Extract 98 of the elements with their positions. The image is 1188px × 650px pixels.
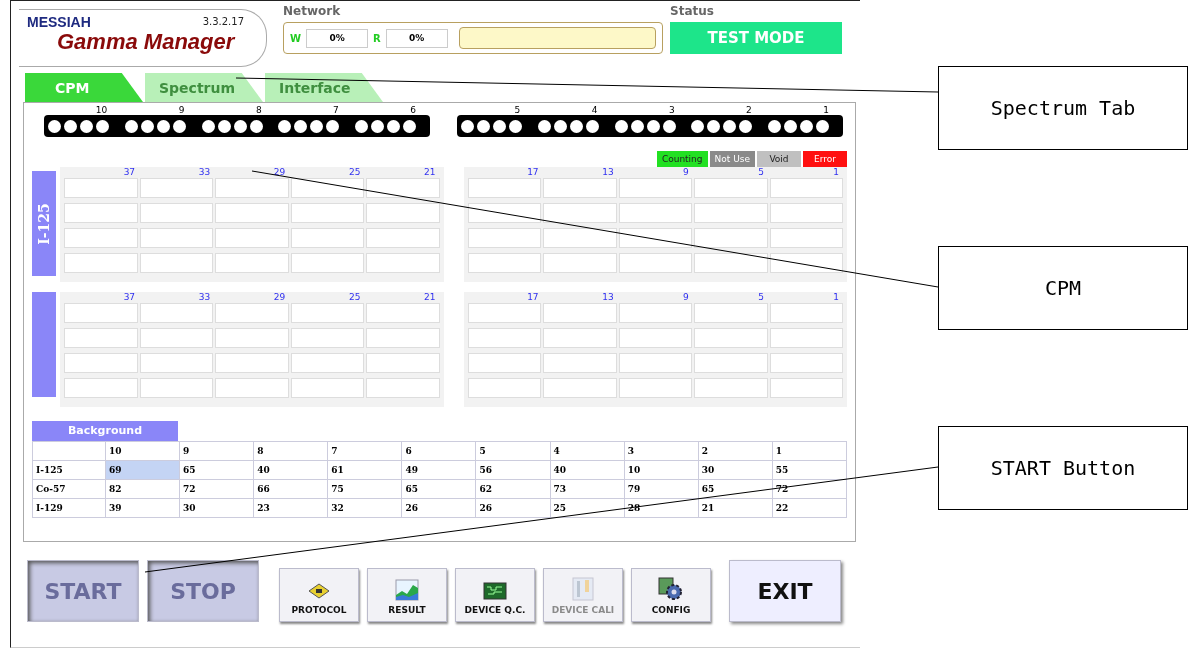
table-cell[interactable]: 66	[253, 479, 328, 499]
background-title: Background	[32, 421, 178, 441]
toolbar-button[interactable]: DEVICE Q.C.	[455, 568, 535, 622]
column-number: 29	[272, 292, 287, 303]
table-cell[interactable]: 65	[401, 479, 476, 499]
legend-tag: Not Use	[709, 151, 755, 167]
rack-number: 8	[254, 105, 263, 115]
column-header: 5	[475, 441, 551, 461]
column-header: 2	[698, 441, 773, 461]
table-cell[interactable]: 61	[327, 460, 402, 480]
table-cell[interactable]: 49	[401, 460, 476, 480]
rack-number: 6	[409, 105, 417, 115]
column-number: 25	[347, 292, 362, 303]
app-title: Gamma Manager	[56, 30, 237, 54]
table-cell[interactable]: 26	[401, 498, 476, 518]
table-cell[interactable]: 22	[772, 498, 847, 518]
column-header: 1	[772, 441, 847, 461]
table-cell[interactable]: 30	[698, 460, 773, 480]
rack-number: 2	[745, 105, 753, 115]
rack-number: 7	[332, 105, 340, 115]
rack-number: 9	[177, 105, 186, 115]
table-cell[interactable]: 21	[698, 498, 773, 518]
status-label: Status	[670, 4, 715, 20]
rack-number: 1	[822, 105, 830, 115]
column-number: 21	[423, 167, 437, 178]
column-number: 21	[423, 292, 437, 303]
column-header: 10	[105, 441, 180, 461]
row-header: Co-57	[32, 479, 106, 499]
toolbar-button[interactable]: CONFIG	[631, 568, 711, 622]
column-number: 17	[526, 167, 540, 178]
table-cell[interactable]: 75	[327, 479, 402, 499]
table-cell[interactable]: 26	[475, 498, 551, 518]
column-number: 17	[526, 292, 540, 303]
rack-number: 10	[94, 105, 109, 115]
column-number: 37	[122, 292, 137, 303]
group-label: I-125	[32, 171, 56, 276]
table-cell[interactable]: 39	[105, 498, 180, 518]
table-cell[interactable]: 56	[475, 460, 551, 480]
table-cell[interactable]: 10	[624, 460, 699, 480]
callout-label: START Button	[938, 426, 1188, 510]
legend-tag: Void	[757, 151, 801, 167]
table-cell[interactable]: 40	[253, 460, 328, 480]
column-header: 9	[179, 441, 254, 461]
table-cell[interactable]: 73	[550, 479, 625, 499]
row-header: I-129	[32, 498, 106, 518]
write-label: W	[290, 32, 302, 44]
column-header: 8	[253, 441, 328, 461]
table-cell[interactable]: 40	[550, 460, 625, 480]
status-indicator: TEST MODE	[670, 22, 842, 54]
rack-number: 4	[590, 105, 599, 115]
column-number: 9	[682, 167, 690, 178]
circuit-board-icon	[483, 581, 507, 601]
table-cell[interactable]: 79	[624, 479, 699, 499]
table-cell[interactable]: 23	[253, 498, 328, 518]
brand-name: MESSIAH	[27, 14, 91, 30]
callout-label: CPM	[938, 246, 1188, 330]
column-number: 29	[272, 167, 287, 178]
legend-tag: Error	[803, 151, 847, 167]
column-header: 7	[327, 441, 402, 461]
rack-number: 5	[513, 105, 522, 115]
column-number: 33	[197, 167, 212, 178]
table-cell[interactable]: 62	[475, 479, 551, 499]
read-label: R	[373, 32, 381, 44]
gear-icon	[658, 577, 684, 601]
column-number: 13	[601, 167, 615, 178]
column-number: 33	[197, 292, 212, 303]
table-cell[interactable]: 65	[179, 460, 254, 480]
column-number: 1	[832, 167, 840, 178]
column-header: 3	[624, 441, 699, 461]
column-number: 13	[601, 292, 615, 303]
action-button[interactable]: EXIT	[729, 560, 841, 622]
toolbar-button[interactable]: PROTOCOL	[279, 568, 359, 622]
column-number: 5	[757, 292, 765, 303]
row-header: I-125	[32, 460, 106, 480]
column-number: 37	[122, 167, 137, 178]
version-label: 3.3.2.17	[202, 16, 244, 29]
column-number: 5	[757, 167, 765, 178]
network-label: Network	[283, 4, 342, 20]
column-number: 25	[347, 167, 362, 178]
column-number: 9	[682, 292, 690, 303]
chip-icon	[307, 581, 331, 601]
column-header: 4	[550, 441, 625, 461]
legend-tag: Counting	[656, 151, 708, 167]
column-header: 6	[401, 441, 476, 461]
read-value: 0%	[385, 28, 448, 48]
table-cell[interactable]: 30	[179, 498, 254, 518]
table-cell[interactable]: 25	[550, 498, 625, 518]
table-cell[interactable]: 32	[327, 498, 402, 518]
chart-icon	[395, 579, 419, 601]
callout-label: Spectrum Tab	[938, 66, 1188, 150]
write-value: 0%	[306, 28, 369, 48]
table-cell[interactable]: 72	[179, 479, 254, 499]
rack-number: 3	[667, 105, 676, 115]
table-cell[interactable]: 82	[105, 479, 180, 499]
column-number: 1	[832, 292, 840, 303]
tools-icon	[572, 577, 594, 601]
table-cell[interactable]: 55	[772, 460, 847, 480]
toolbar-button[interactable]: RESULT	[367, 568, 447, 622]
